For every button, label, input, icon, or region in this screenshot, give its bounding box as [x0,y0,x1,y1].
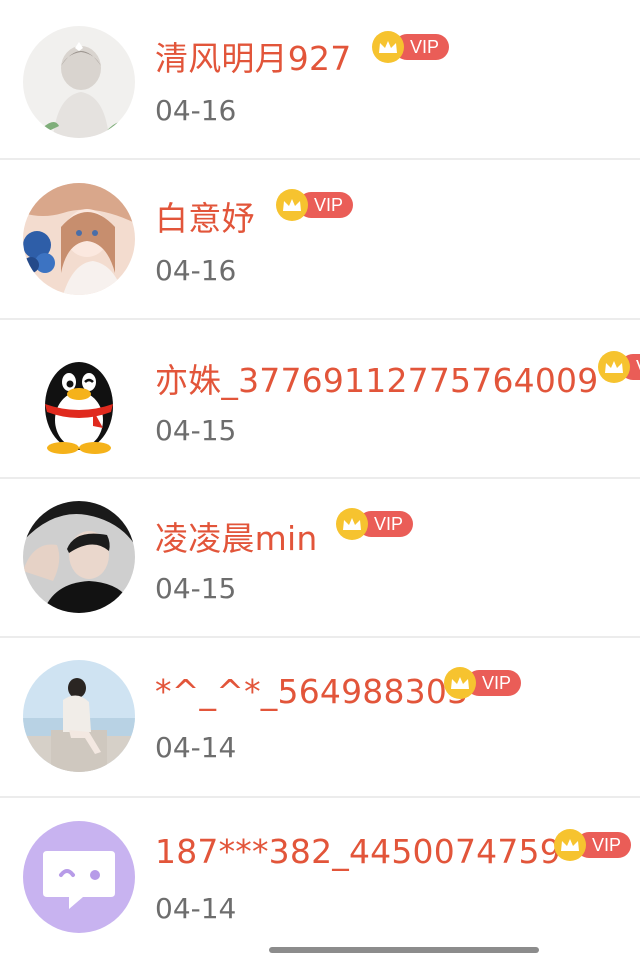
vip-badge: VIP [444,666,522,700]
vip-badge: VIP [336,507,414,541]
user-name: 白意妤 [155,199,255,238]
crown-icon [444,667,476,699]
message-date: 04-16 [155,94,237,127]
message-date: 04-14 [155,731,237,764]
list-item[interactable]: *^_^*_564988303 VIP 04-14 [0,638,640,796]
list-item[interactable]: 清风明月927 VIP 04-16 [0,0,640,158]
girl-seaside-photo [23,660,135,772]
message-date: 04-16 [155,254,237,287]
user-name: 凌凌晨min [155,519,318,558]
home-indicator[interactable] [269,947,539,953]
list-item[interactable]: 凌凌晨min VIP 04-15 [0,479,640,637]
vip-badge: VIP [372,30,450,64]
vip-badge: VIP [554,828,632,862]
user-name: *^_^*_564988303 [155,672,469,711]
anime-girl-illustration [23,183,135,295]
contact-list: 清风明月927 VIP 04-16 白意妤 VIP 04-16 亦姝_37769… [0,0,640,959]
user-name: 清风明月927 [155,39,352,78]
crown-icon [598,351,630,383]
crown-icon [336,508,368,540]
qq-penguin-icon [23,344,135,456]
vip-badge: VIP [276,188,354,222]
list-item[interactable]: 187***382_4450074759 VIP 04-14 [0,798,640,956]
avatar[interactable] [23,501,135,613]
list-item[interactable]: 白意妤 VIP 04-16 [0,160,640,318]
chat-bubble-icon [23,821,135,933]
message-date: 04-15 [155,414,237,447]
girl-flower-illustration [23,26,135,138]
crown-icon [372,31,404,63]
message-date: 04-14 [155,892,237,925]
avatar[interactable] [23,183,135,295]
avatar[interactable] [23,344,135,456]
man-hat-portrait [23,501,135,613]
crown-icon [554,829,586,861]
crown-icon [276,189,308,221]
user-name: 亦姝_37769112775764009 [155,361,599,400]
avatar[interactable] [23,821,135,933]
user-name: 187***382_4450074759 [155,832,561,871]
message-date: 04-15 [155,572,237,605]
avatar[interactable] [23,26,135,138]
avatar[interactable] [23,660,135,772]
vip-badge: VIP [598,350,640,384]
list-item[interactable]: 亦姝_37769112775764009 VIP 04-15 [0,320,640,478]
